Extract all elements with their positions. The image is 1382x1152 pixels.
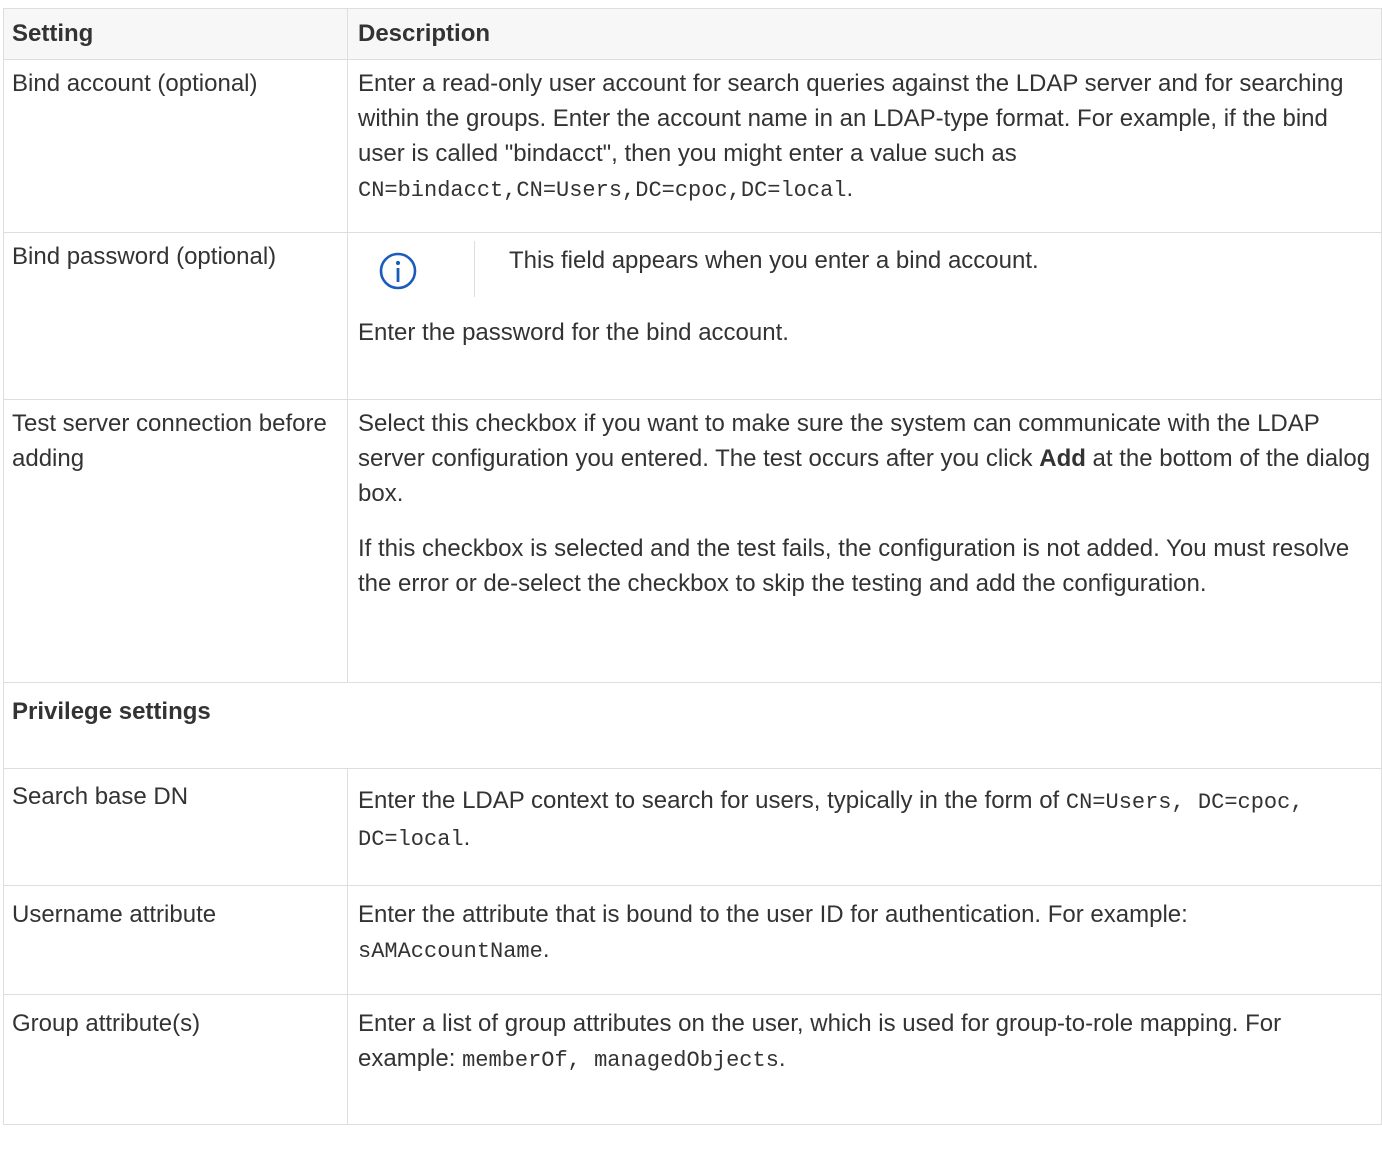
setting-description: Enter the LDAP context to search for use…: [347, 768, 1382, 886]
setting-name: Bind password (optional): [3, 232, 348, 400]
setting-description: Enter the attribute that is bound to the…: [347, 885, 1382, 995]
code-example: CN=bindacct,CN=Users,DC=cpoc,DC=local: [358, 178, 847, 203]
info-note-text: This field appears when you enter a bind…: [509, 247, 1039, 274]
setting-name: Bind account (optional): [3, 59, 348, 233]
setting-description: Enter a list of group attributes on the …: [347, 994, 1382, 1125]
setting-description-text: Enter the password for the bind account.: [358, 319, 789, 346]
section-title: Privilege settings: [3, 682, 1382, 769]
setting-name: Username attribute: [3, 885, 348, 995]
setting-description: This field appears when you enter a bind…: [347, 232, 1382, 400]
column-header-description: Description: [347, 8, 1382, 60]
table-row-bind-account: Bind account (optional) Enter a read-onl…: [3, 59, 1382, 233]
info-circle-icon: [379, 252, 417, 290]
table-row-username-attribute: Username attribute Enter the attribute t…: [3, 885, 1382, 995]
setting-description: Select this checkbox if you want to make…: [347, 399, 1382, 683]
add-button-reference: Add: [1039, 445, 1086, 472]
table-row-bind-password: Bind password (optional) This field appe…: [3, 232, 1382, 400]
setting-description: Enter a read-only user account for searc…: [347, 59, 1382, 233]
setting-name: Search base DN: [3, 768, 348, 886]
table-header-row: Setting Description: [3, 8, 1382, 60]
column-header-setting: Setting: [3, 8, 348, 60]
table-row-group-attributes: Group attribute(s) Enter a list of group…: [3, 994, 1382, 1125]
code-example: memberOf, managedObjects: [462, 1048, 779, 1073]
table-row-search-base-dn: Search base DN Enter the LDAP context to…: [3, 768, 1382, 886]
section-row-privilege-settings: Privilege settings: [3, 682, 1382, 769]
table-row-test-connection: Test server connection before adding Sel…: [3, 399, 1382, 683]
setting-name: Group attribute(s): [3, 994, 348, 1125]
ldap-settings-table: Setting Description Bind account (option…: [3, 8, 1382, 1125]
setting-name: Test server connection before adding: [3, 399, 348, 683]
code-example: sAMAccountName: [358, 939, 543, 964]
info-note: This field appears when you enter a bind…: [358, 241, 1373, 297]
